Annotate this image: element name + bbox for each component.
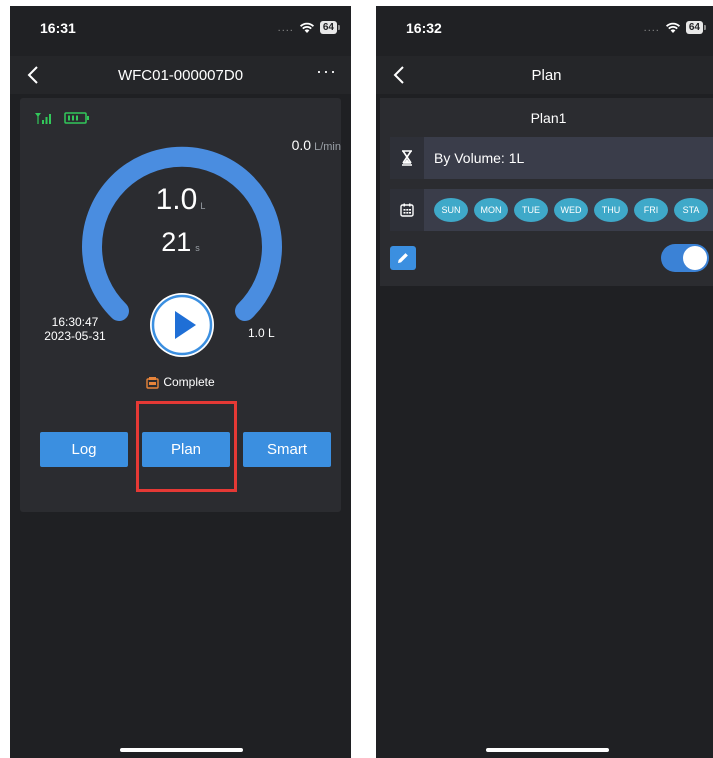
pencil-icon bbox=[398, 253, 408, 263]
flow-rate-value: 0.0 bbox=[291, 137, 312, 153]
battery-icon: 64 bbox=[319, 21, 341, 34]
plan-screen: 16:32 .... 64 Plan Plan1 By Volume: 1L S… bbox=[376, 6, 713, 758]
day-tue[interactable]: TUE bbox=[514, 198, 548, 222]
wifi-icon bbox=[299, 22, 314, 33]
device-screen: 16:31 .... 64 WFC01-000007D0 ··· 0.0 L/m… bbox=[10, 6, 351, 758]
plan-enable-toggle[interactable] bbox=[661, 244, 709, 272]
status-text: Complete bbox=[163, 375, 215, 389]
day-thu[interactable]: THU bbox=[594, 198, 628, 222]
device-battery-icon bbox=[64, 112, 89, 124]
days-row: SUN MON TUE WED THU FRI STA bbox=[390, 189, 713, 231]
home-indicator[interactable] bbox=[486, 748, 609, 752]
log-button[interactable]: Log bbox=[40, 432, 128, 467]
cellular-dots-icon: .... bbox=[643, 21, 660, 34]
status-bar: 16:32 .... 64 bbox=[376, 6, 713, 56]
edit-plan-button[interactable] bbox=[390, 246, 416, 270]
run-status: Complete bbox=[20, 375, 341, 390]
status-time: 16:31 bbox=[40, 20, 76, 36]
volume-value: 1.0 bbox=[155, 183, 198, 216]
play-icon bbox=[151, 294, 213, 356]
nav-bar: WFC01-000007D0 ··· bbox=[10, 56, 351, 94]
day-mon[interactable]: MON bbox=[474, 198, 508, 222]
hourglass-icon bbox=[390, 137, 424, 179]
last-run-time: 16:30:47 bbox=[51, 315, 99, 329]
wifi-icon bbox=[665, 22, 680, 33]
device-title: WFC01-000007D0 bbox=[117, 67, 244, 84]
day-selector: SUN MON TUE WED THU FRI STA bbox=[434, 198, 708, 222]
volume-row[interactable]: By Volume: 1L bbox=[390, 137, 713, 179]
duration-unit: s bbox=[195, 243, 200, 253]
battery-icon: 64 bbox=[685, 21, 707, 34]
last-run-timestamp: 16:30:47 2023-05-31 bbox=[30, 315, 120, 343]
day-fri[interactable]: FRI bbox=[634, 198, 668, 222]
toggle-knob bbox=[683, 246, 707, 270]
duration-display: 21 s bbox=[20, 227, 341, 258]
calendar-icon bbox=[390, 189, 424, 231]
plan-name: Plan1 bbox=[530, 110, 567, 126]
nav-bar: Plan bbox=[376, 56, 713, 94]
day-wed[interactable]: WED bbox=[554, 198, 588, 222]
day-sun[interactable]: SUN bbox=[434, 198, 468, 222]
more-icon[interactable]: ··· bbox=[316, 61, 337, 82]
status-icons: .... 64 bbox=[277, 21, 341, 34]
volume-setting: By Volume: 1L bbox=[434, 150, 525, 166]
flow-rate: 0.0 L/min bbox=[211, 137, 341, 155]
duration-value: 21 bbox=[161, 227, 192, 257]
play-button[interactable] bbox=[150, 293, 214, 357]
day-sat[interactable]: STA bbox=[674, 198, 708, 222]
status-bar: 16:31 .... 64 bbox=[10, 6, 351, 56]
volume-unit: L bbox=[200, 201, 206, 211]
last-run-date: 2023-05-31 bbox=[44, 329, 106, 343]
home-indicator[interactable] bbox=[120, 748, 243, 752]
plan-card: Plan1 By Volume: 1L SUN MON TUE WED THU … bbox=[380, 98, 713, 286]
status-icons: .... 64 bbox=[643, 21, 707, 34]
smart-button[interactable]: Smart bbox=[243, 432, 331, 467]
cellular-dots-icon: .... bbox=[277, 21, 294, 34]
volume-display: 1.0 L bbox=[20, 183, 341, 217]
plan-highlight-box bbox=[136, 401, 237, 492]
app-status-icon bbox=[146, 377, 160, 390]
page-title: Plan bbox=[531, 67, 562, 84]
status-time: 16:32 bbox=[406, 20, 442, 36]
target-volume: 1.0 L bbox=[248, 326, 275, 340]
signal-icon bbox=[35, 113, 51, 124]
flow-rate-unit: L/min bbox=[314, 141, 341, 153]
